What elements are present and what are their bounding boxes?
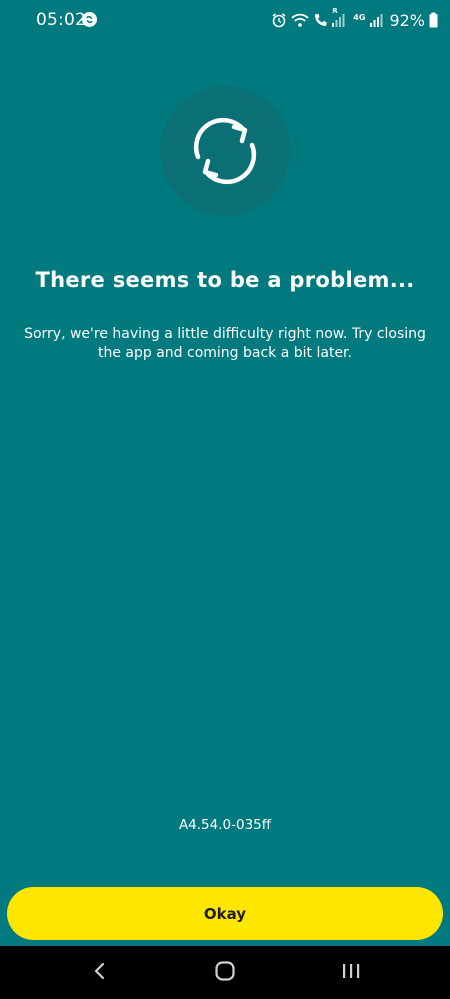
recent-apps-button[interactable] bbox=[321, 946, 381, 999]
battery-percent: 92% bbox=[389, 10, 425, 30]
wifi-icon bbox=[291, 12, 309, 28]
signal-icon: R bbox=[331, 7, 345, 28]
roaming-label: R bbox=[332, 7, 338, 15]
battery-icon bbox=[429, 12, 438, 28]
error-title: There seems to be a problem... bbox=[35, 268, 415, 292]
status-time: 05:02 bbox=[36, 10, 86, 30]
status-bar: 05:02 R 4G 92% bbox=[0, 0, 450, 40]
okay-button-label: Okay bbox=[203, 904, 247, 923]
refresh-icon-container bbox=[160, 86, 290, 216]
home-icon bbox=[214, 960, 236, 986]
system-nav-bar bbox=[0, 946, 450, 999]
signal-icon bbox=[369, 12, 383, 28]
shazam-icon bbox=[82, 12, 97, 27]
status-icons: R 4G 92% bbox=[271, 7, 438, 30]
alarm-icon bbox=[271, 12, 287, 28]
error-message: Sorry, we're having a little difficulty … bbox=[24, 326, 426, 361]
back-button[interactable] bbox=[70, 946, 130, 999]
refresh-icon bbox=[184, 110, 266, 192]
wifi-call-icon bbox=[313, 12, 327, 28]
recent-apps-icon bbox=[341, 962, 361, 984]
app-version: A4.54.0-035ff bbox=[178, 817, 272, 833]
home-button[interactable] bbox=[195, 946, 255, 999]
back-icon bbox=[93, 961, 107, 985]
network-type-label: 4G bbox=[353, 12, 366, 22]
okay-button[interactable]: Okay bbox=[7, 887, 443, 940]
